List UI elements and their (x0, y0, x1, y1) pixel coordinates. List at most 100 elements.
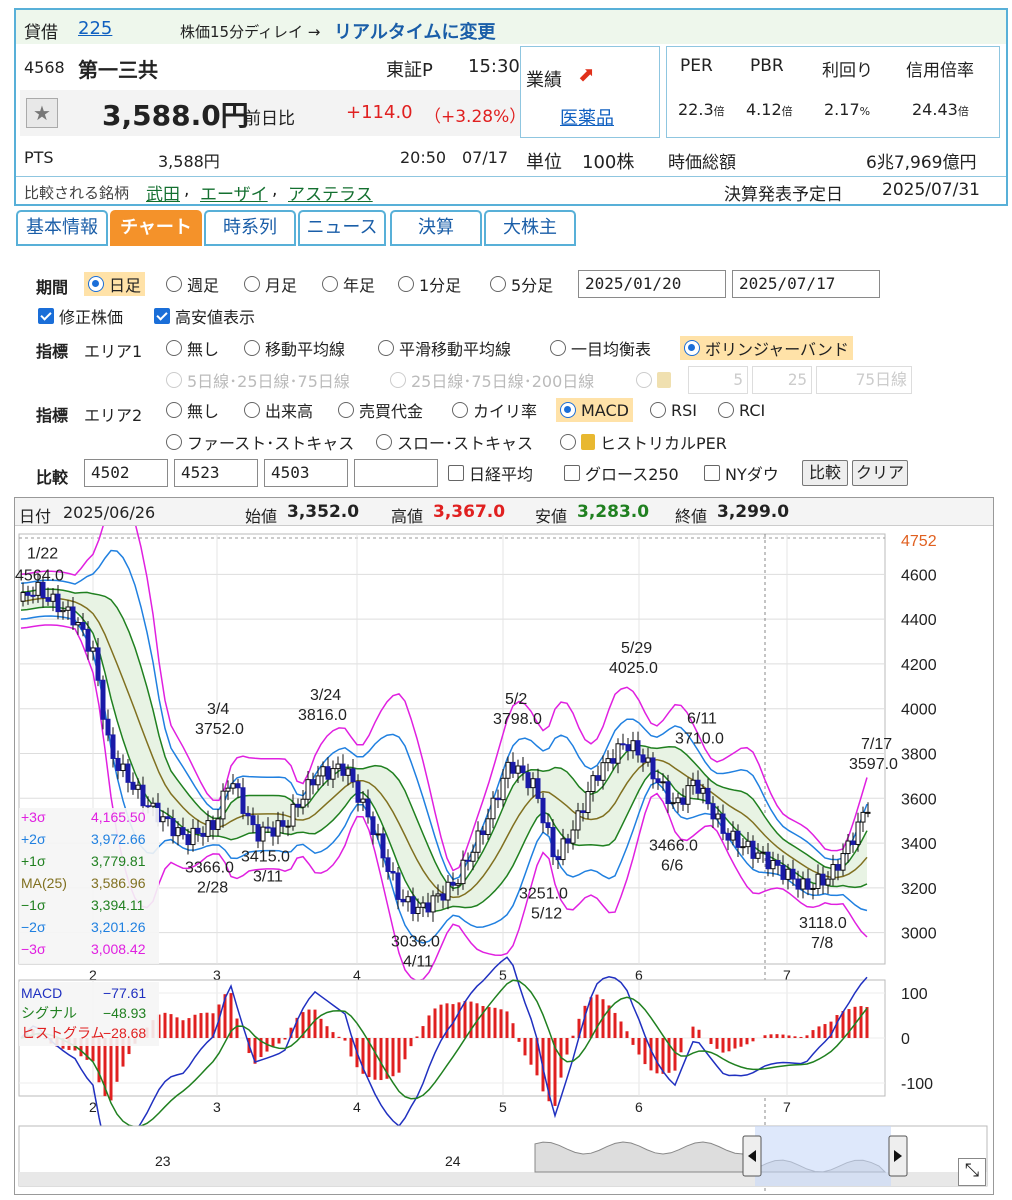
y-tick-label: 3000 (901, 926, 937, 943)
tab-chart[interactable]: チャート (110, 210, 202, 246)
area2-rsi[interactable]: RSI (650, 398, 697, 422)
area1-ichimoku[interactable]: 一目均衡表 (550, 336, 651, 360)
compare-link-astellas[interactable]: アステラス (288, 180, 373, 205)
bollinger-legend-value: 3,201.26 (91, 919, 146, 935)
y-tick-label: 4000 (901, 702, 937, 719)
header-top-bar (16, 10, 1006, 44)
price-chart[interactable]: 3000320034003600380040004200440046004752… (15, 526, 993, 1194)
date-to-input[interactable]: 2025/07/17 (732, 270, 880, 298)
stock-code: 4568 (24, 58, 65, 77)
area2-deviation[interactable]: カイリ率 (452, 398, 537, 422)
macd-histogram-bar (433, 1008, 437, 1038)
ohlc-bar: 日付 2025/06/26 始値 3,352.0 高値 3,367.0 安値 3… (15, 498, 993, 526)
area2-turnover[interactable]: 売買代金 (338, 398, 423, 422)
y-tick-label: 3800 (901, 746, 937, 763)
candle-body (535, 778, 541, 799)
macd-histogram-bar (589, 997, 593, 1038)
macd-histogram-bar (715, 1038, 719, 1049)
period-yearly[interactable]: 年足 (322, 272, 375, 296)
ma-set-a[interactable]: 5日線･25日線･75日線 (166, 368, 350, 392)
period-daily[interactable]: 日足 (84, 272, 146, 296)
candle-body (120, 763, 126, 772)
area2-fast-stoch[interactable]: ファースト･ストキャス (166, 430, 354, 454)
macd-histogram-bar (697, 1029, 701, 1038)
candle-body (255, 824, 261, 842)
period-weekly[interactable]: 週足 (166, 272, 219, 296)
candle-body (745, 840, 751, 848)
ma-input-3[interactable]: 75日線 (816, 366, 912, 394)
macd-histogram-bar (625, 1031, 629, 1038)
macd-histogram-bar (649, 1038, 653, 1071)
candle-body (475, 830, 481, 853)
period-monthly[interactable]: 月足 (244, 272, 297, 296)
macd-histogram-bar (793, 1036, 797, 1038)
area1-sma[interactable]: 平滑移動平均線 (378, 336, 511, 360)
candle-body (300, 798, 306, 808)
compare-link-takeda[interactable]: 武田 (146, 180, 180, 205)
tab-basic[interactable]: 基本情報 (16, 210, 108, 246)
area2-rci[interactable]: RCI (718, 398, 765, 422)
candle-body (710, 803, 716, 820)
area2-macd[interactable]: MACD (556, 398, 633, 422)
area2-none[interactable]: 無し (166, 398, 219, 422)
area1-bollinger[interactable]: ボリンジャーバンド (680, 336, 853, 360)
macd-histogram-bar (691, 1026, 695, 1038)
candle-body (650, 757, 656, 780)
compare-nikkei[interactable]: 日経平均 (448, 461, 533, 485)
tab-shareholders[interactable]: 大株主 (484, 210, 576, 246)
low-value: 3,283.0 (577, 502, 650, 522)
macd-histogram-bar (163, 1012, 167, 1038)
ma-input-2[interactable]: 25 (752, 366, 812, 394)
candle-body (80, 621, 86, 630)
compare-link-eisai[interactable]: エーザイ (200, 180, 268, 205)
annotation-value: 3118.0 (799, 915, 847, 932)
area1-ma[interactable]: 移動平均線 (244, 336, 345, 360)
compare-growth250[interactable]: グロース250 (564, 461, 679, 485)
macd-tick-label: 0 (901, 1031, 910, 1048)
area2-volume[interactable]: 出来高 (244, 398, 313, 422)
sector-link[interactable]: 医薬品 (560, 104, 614, 130)
macd-histogram-bar (865, 1006, 869, 1038)
pbr-value: 4.12倍 (746, 100, 793, 119)
y-tick-label: 4600 (901, 567, 937, 584)
tab-earnings[interactable]: 決算 (390, 210, 482, 246)
ma-set-b[interactable]: 25日線･75日線･200日線 (390, 368, 594, 392)
annotation-value: 3251.0 (519, 885, 568, 902)
candle-body (360, 798, 366, 803)
compare-code-4[interactable] (354, 459, 438, 487)
adjusted-price-checkbox[interactable]: 修正株価 (38, 304, 123, 328)
candle-body (200, 832, 206, 837)
compare-code-1[interactable]: 4502 (84, 459, 168, 487)
ma-input-1[interactable]: 5 (688, 366, 748, 394)
period-1min[interactable]: 1分足 (398, 272, 461, 296)
lend-code-link[interactable]: 225 (78, 18, 112, 39)
candle-body (325, 766, 331, 780)
bollinger-legend-value: 3,394.11 (91, 897, 145, 913)
macd-histogram-bar (373, 1038, 377, 1080)
candle-body (230, 783, 236, 789)
candle-body (525, 772, 531, 789)
star-icon[interactable]: ★ (26, 98, 58, 128)
tab-timeseries[interactable]: 時系列 (204, 210, 296, 246)
compare-code-3[interactable]: 4503 (264, 459, 348, 487)
candle-body (425, 902, 431, 913)
tab-news[interactable]: ニュース (298, 210, 386, 246)
area2-slow-stoch[interactable]: スロー･ストキャス (376, 430, 533, 454)
period-5min[interactable]: 5分足 (490, 272, 553, 296)
date-from-input[interactable]: 2025/01/20 (578, 270, 726, 298)
compare-button[interactable]: 比較 (802, 460, 848, 486)
expand-icon[interactable]: ⤡ (958, 1158, 986, 1186)
high-low-checkbox[interactable]: 高安値表示 (154, 304, 255, 328)
compare-nydow[interactable]: NYダウ (704, 461, 779, 485)
area2-hist-per[interactable]: ヒストリカルPER (560, 430, 727, 454)
current-price: 3,588.0円 (102, 99, 249, 132)
compare-code-2[interactable]: 4523 (174, 459, 258, 487)
candle-body (785, 868, 791, 880)
candle-body (435, 893, 441, 897)
candle-body (520, 765, 526, 774)
candle-body (450, 881, 456, 886)
realtime-link[interactable]: リアルタイムに変更 (334, 18, 495, 44)
area1-none[interactable]: 無し (166, 336, 219, 360)
ma-set-custom[interactable] (636, 368, 671, 392)
clear-button[interactable]: クリア (852, 460, 908, 486)
